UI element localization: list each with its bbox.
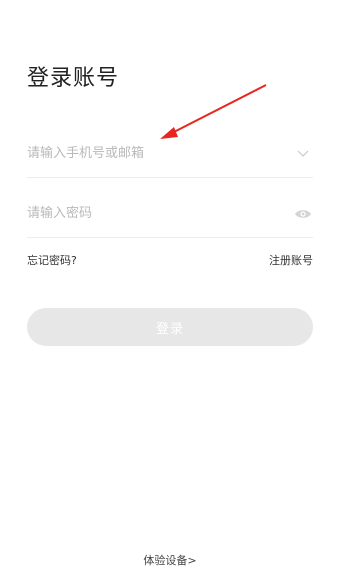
register-link[interactable]: 注册账号	[269, 252, 313, 268]
chevron-down-icon[interactable]	[293, 144, 313, 164]
account-input[interactable]	[27, 130, 293, 177]
login-button[interactable]: 登录	[27, 308, 313, 346]
password-input[interactable]	[27, 190, 293, 237]
auth-links-row: 忘记密码? 注册账号	[27, 252, 313, 268]
experience-device-link[interactable]: 体验设备>	[0, 552, 340, 568]
forgot-password-link[interactable]: 忘记密码?	[27, 252, 77, 268]
eye-icon[interactable]	[293, 204, 313, 224]
password-field-row	[27, 190, 313, 238]
login-title: 登录账号	[27, 66, 120, 91]
account-field-row	[27, 130, 313, 178]
